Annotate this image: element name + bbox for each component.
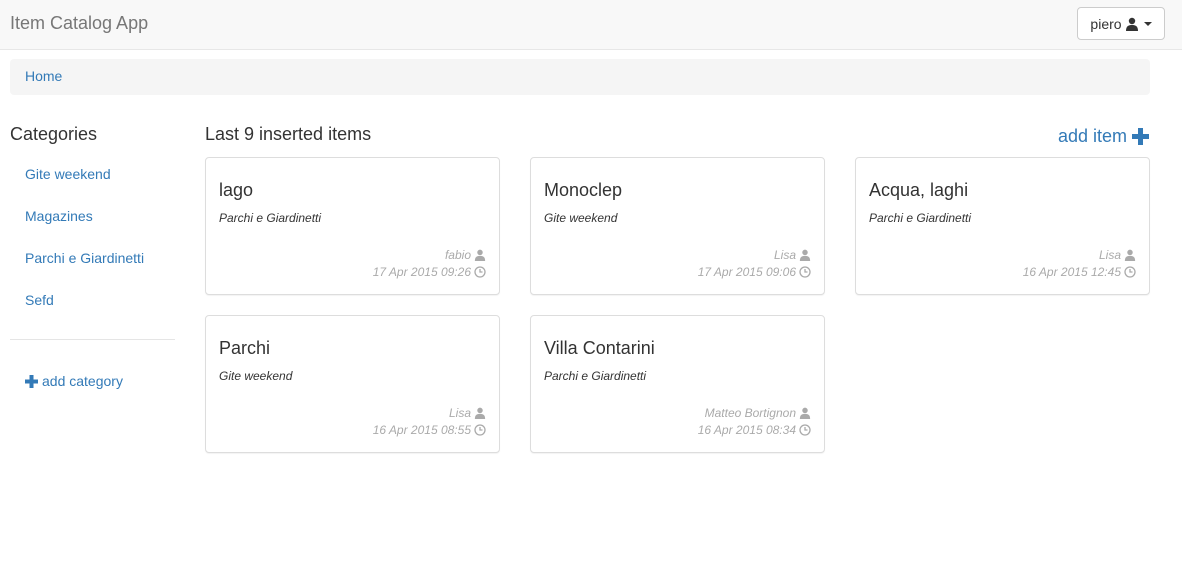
item-date-text: 17 Apr 2015 09:06: [697, 265, 796, 279]
clock-icon: [1124, 266, 1136, 278]
item-author: Matteo Bortignon: [705, 406, 811, 420]
item-title[interactable]: Monoclep: [544, 180, 622, 201]
add-item-button[interactable]: add item: [1058, 126, 1150, 147]
item-author: Lisa: [774, 248, 811, 262]
sidebar-divider: [10, 339, 175, 340]
item-title[interactable]: Acqua, laghi: [869, 180, 968, 201]
user-icon: [474, 249, 486, 261]
item-category: Parchi e Giardinetti: [544, 369, 647, 383]
plus-icon: [25, 374, 38, 388]
add-category-label: add category: [42, 373, 123, 389]
clock-icon: [799, 424, 811, 436]
item-card[interactable]: Acqua, laghi Parchi e Giardinetti Lisa 1…: [855, 157, 1150, 295]
add-category-button[interactable]: add category: [25, 373, 123, 389]
breadcrumb-home-link[interactable]: Home: [25, 68, 62, 84]
item-title[interactable]: lago: [219, 180, 253, 201]
category-link[interactable]: Parchi e Giardinetti: [25, 250, 144, 266]
item-card[interactable]: Monoclep Gite weekend Lisa 17 Apr 2015 0…: [530, 157, 825, 295]
breadcrumb: Home: [10, 59, 1150, 95]
user-icon: [799, 249, 811, 261]
latest-items-title: Last 9 inserted items: [205, 124, 372, 144]
item-date: 17 Apr 2015 09:26: [373, 265, 486, 279]
caret-down-icon: [1143, 21, 1152, 26]
item-category: Gite weekend: [544, 211, 618, 225]
categories-title: Categories: [10, 124, 98, 144]
item-category: Parchi e Giardinetti: [219, 211, 322, 225]
add-item-label: add item: [1058, 126, 1128, 146]
clock-icon: [799, 266, 811, 278]
categories-sidebar: Categories Gite weekend Magazines Parchi…: [10, 122, 175, 389]
plus-icon: [1132, 128, 1150, 145]
item-date-text: 17 Apr 2015 09:26: [372, 265, 471, 279]
user-icon: [474, 407, 486, 419]
item-date: 17 Apr 2015 09:06: [698, 265, 811, 279]
user-name: piero: [1090, 15, 1122, 32]
navbar: Item Catalog App piero: [0, 0, 1182, 50]
item-author-name: Lisa: [448, 406, 471, 420]
item-date-text: 16 Apr 2015 08:34: [697, 423, 796, 437]
item-author: Lisa: [1099, 248, 1136, 262]
category-item-parchi-e-giardinetti[interactable]: Parchi e Giardinetti: [25, 250, 144, 266]
item-card[interactable]: Parchi Gite weekend Lisa 16 Apr 2015 08:…: [205, 315, 500, 453]
user-menu-button[interactable]: piero: [1077, 7, 1165, 40]
item-author-name: Lisa: [773, 248, 796, 262]
item-title[interactable]: Villa Contarini: [544, 338, 655, 359]
user-icon: [799, 407, 811, 419]
category-link[interactable]: Magazines: [25, 208, 93, 224]
category-link[interactable]: Sefd: [25, 292, 54, 308]
item-date-text: 16 Apr 2015 08:55: [372, 423, 471, 437]
item-card[interactable]: Villa Contarini Parchi e Giardinetti Mat…: [530, 315, 825, 453]
user-icon: [1124, 249, 1136, 261]
item-author: fabio: [445, 248, 486, 262]
item-author-name: fabio: [444, 248, 471, 262]
item-category: Gite weekend: [219, 369, 293, 383]
category-item-sefd[interactable]: Sefd: [25, 292, 54, 308]
item-date: 16 Apr 2015 08:55: [373, 423, 486, 437]
item-date-text: 16 Apr 2015 12:45: [1022, 265, 1121, 279]
clock-icon: [474, 266, 486, 278]
item-date: 16 Apr 2015 12:45: [1023, 265, 1136, 279]
user-icon: [1125, 17, 1139, 31]
category-item-magazines[interactable]: Magazines: [25, 208, 93, 224]
item-author-name: Lisa: [1098, 248, 1121, 262]
category-item-gite-weekend[interactable]: Gite weekend: [25, 166, 111, 182]
item-date: 16 Apr 2015 08:34: [698, 423, 811, 437]
brand-link[interactable]: Item Catalog App: [10, 13, 148, 34]
item-title[interactable]: Parchi: [219, 338, 270, 359]
item-author-name: Matteo Bortignon: [704, 406, 796, 420]
category-link[interactable]: Gite weekend: [25, 166, 111, 182]
item-card[interactable]: lago Parchi e Giardinetti fabio 17 Apr 2…: [205, 157, 500, 295]
clock-icon: [474, 424, 486, 436]
item-author: Lisa: [449, 406, 486, 420]
item-category: Parchi e Giardinetti: [869, 211, 972, 225]
